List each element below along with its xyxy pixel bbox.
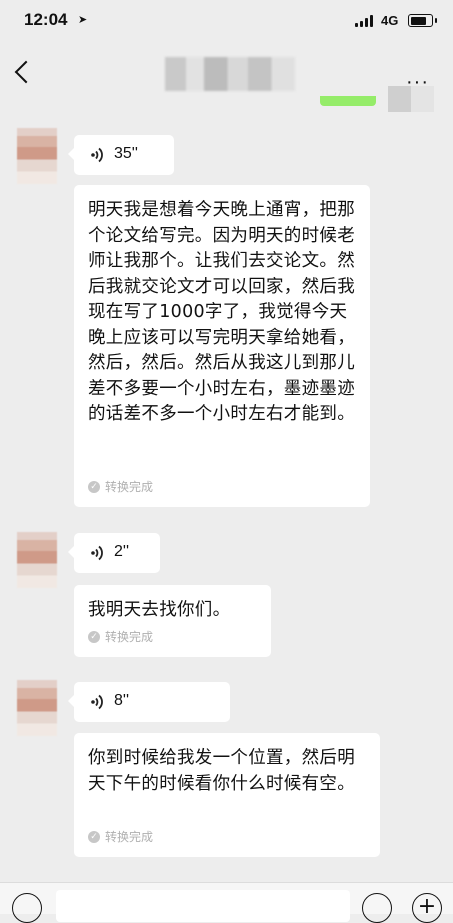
transcription-text: 你到时候给我发一个位置，然后明天下午的时候看你什么时候有空。 xyxy=(88,748,355,794)
chat-title-obscured xyxy=(165,57,295,91)
status-bar: 12:04 ➤ 4G xyxy=(0,0,453,44)
conversion-status-label: 转换完成 xyxy=(105,480,154,494)
voice-wave-icon xyxy=(91,694,103,710)
avatar[interactable] xyxy=(17,128,57,184)
status-time: 12:04 xyxy=(24,10,68,29)
message-input-bar: + xyxy=(0,882,453,923)
voice-input-icon[interactable] xyxy=(12,893,42,923)
network-type: 4G xyxy=(381,13,399,28)
voice-message-bubble[interactable]: 2'' xyxy=(68,533,160,573)
voice-duration: 8'' xyxy=(114,692,130,709)
transcription-bubble[interactable]: 你到时候给我发一个位置，然后明天下午的时候看你什么时候有空。 ✓ 转换完成 xyxy=(74,733,380,857)
conversion-status: ✓ 转换完成 xyxy=(88,828,153,845)
transcription-text: 明天我是想着今天晚上通宵，把那个论文给写完。因为明天的时候老师让我那个。让我们去… xyxy=(88,200,355,424)
plus-circle-icon[interactable]: + xyxy=(412,893,442,923)
emoji-icon[interactable] xyxy=(362,893,392,923)
voice-duration: 2'' xyxy=(114,543,130,560)
conversion-status-label: 转换完成 xyxy=(105,630,154,644)
voice-message-bubble[interactable]: 8'' xyxy=(68,682,230,722)
check-circle-icon: ✓ xyxy=(88,830,100,843)
signal-icon xyxy=(355,15,375,27)
transcription-text: 我明天去找你们。 xyxy=(88,600,231,620)
avatar[interactable] xyxy=(17,680,57,736)
check-circle-icon: ✓ xyxy=(88,480,100,493)
conversion-status: ✓ 转换完成 xyxy=(88,628,153,645)
transcription-bubble[interactable]: 我明天去找你们。 ✓ 转换完成 xyxy=(74,585,271,657)
conversion-status-label: 转换完成 xyxy=(105,830,154,844)
transcription-bubble[interactable]: 明天我是想着今天晚上通宵，把那个论文给写完。因为明天的时候老师让我那个。让我们去… xyxy=(74,185,370,507)
voice-message-bubble[interactable]: 35'' xyxy=(68,135,174,175)
message-input[interactable] xyxy=(56,890,350,922)
back-icon[interactable] xyxy=(14,60,38,84)
voice-duration: 35'' xyxy=(114,145,138,162)
battery-icon xyxy=(408,14,437,27)
avatar[interactable] xyxy=(17,532,57,588)
previous-sent-message[interactable] xyxy=(320,96,376,106)
own-avatar-obscured[interactable] xyxy=(388,86,434,112)
conversion-status: ✓ 转换完成 xyxy=(88,478,153,495)
check-circle-icon: ✓ xyxy=(88,630,100,643)
voice-wave-icon xyxy=(91,147,103,163)
location-arrow-icon: ➤ xyxy=(78,13,88,26)
battery-fill xyxy=(410,16,426,25)
voice-wave-icon xyxy=(91,545,103,561)
chat-header: ··· xyxy=(0,44,453,104)
